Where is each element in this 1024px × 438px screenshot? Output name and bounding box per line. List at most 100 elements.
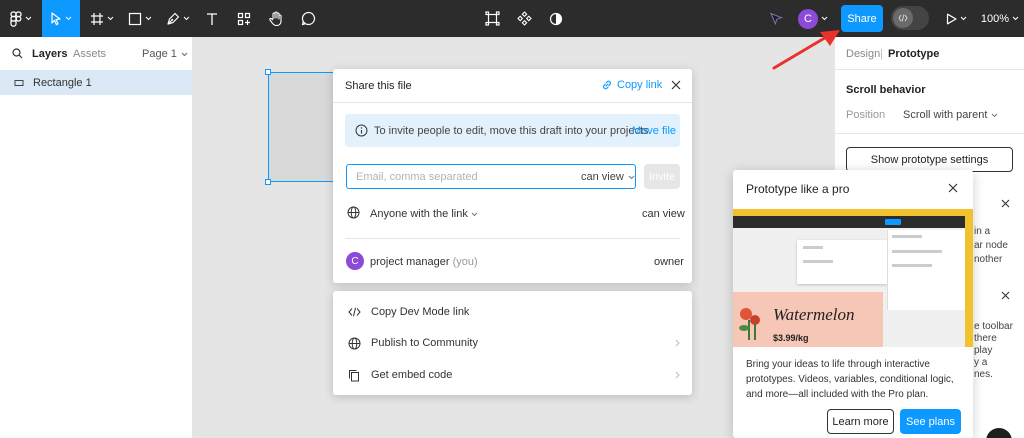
preview-share-button xyxy=(885,219,901,225)
pen-icon xyxy=(167,12,180,25)
invite-button[interactable]: Invite xyxy=(644,164,680,189)
menu-item-copy-dev-mode-link[interactable]: Copy Dev Mode link xyxy=(333,300,692,324)
promo-description: Bring your ideas to life through interac… xyxy=(746,359,954,400)
close-icon-button[interactable] xyxy=(1001,291,1010,300)
learn-more-button[interactable]: Learn more xyxy=(827,409,894,434)
link-access-select[interactable]: Anyone with the link xyxy=(370,208,478,220)
permission-select[interactable]: can view xyxy=(581,171,635,183)
member-you-tag: (you) xyxy=(452,256,478,268)
preview-line xyxy=(803,246,823,249)
preview-toolbar xyxy=(733,216,965,228)
chevron-down-icon xyxy=(821,16,828,21)
rectangle-shape[interactable] xyxy=(268,72,334,182)
contrast-button[interactable] xyxy=(544,0,568,37)
resources-button[interactable] xyxy=(232,0,256,37)
text-tool-button[interactable] xyxy=(200,0,224,37)
tab-layers[interactable]: Layers xyxy=(32,48,67,60)
tab-prototype[interactable]: Prototype xyxy=(888,48,939,60)
section-title: Scroll behavior xyxy=(846,84,926,96)
tab-assets[interactable]: Assets xyxy=(73,48,106,60)
toggle-knob xyxy=(893,8,913,28)
tab-design[interactable]: Design xyxy=(846,48,880,60)
preview-line xyxy=(892,235,922,238)
layer-row[interactable]: Rectangle 1 xyxy=(0,70,192,95)
search-layers-button[interactable] xyxy=(12,48,23,59)
frame-tool-button[interactable] xyxy=(86,0,118,37)
close-icon-button[interactable] xyxy=(1001,199,1010,208)
show-prototype-settings-button[interactable]: Show prototype settings xyxy=(846,147,1013,172)
position-select[interactable]: Scroll with parent xyxy=(903,109,998,121)
search-icon xyxy=(12,48,23,59)
move-file-link[interactable]: Move file xyxy=(632,125,676,137)
menu-item-label: Get embed code xyxy=(371,369,453,381)
globe-icon xyxy=(347,206,360,219)
divider xyxy=(835,133,1024,134)
share-button[interactable]: Share xyxy=(841,5,883,32)
see-plans-button[interactable]: See plans xyxy=(900,409,961,434)
chevron-down-icon xyxy=(628,175,635,179)
info-icon xyxy=(355,124,368,137)
move-tool-button[interactable] xyxy=(42,0,80,37)
link-permission-select[interactable]: can view xyxy=(642,208,685,220)
page-selector[interactable]: Page 1 xyxy=(142,48,188,60)
close-promo-button[interactable] xyxy=(948,183,958,193)
copy-icon xyxy=(349,369,359,381)
chevron-down-icon xyxy=(181,52,188,56)
copy-link-button[interactable]: Copy link xyxy=(601,79,662,91)
pen-tool-button[interactable] xyxy=(162,0,194,37)
position-value: Scroll with parent xyxy=(903,109,988,121)
partial-tip-text: in a ar node nother xyxy=(974,226,1008,265)
divider xyxy=(333,102,692,103)
hand-tool-button[interactable] xyxy=(264,0,288,37)
close-dialog-button[interactable] xyxy=(671,80,681,90)
selection-handle[interactable] xyxy=(265,69,271,75)
component-button[interactable] xyxy=(512,0,536,37)
code-icon xyxy=(898,14,908,22)
zoom-control[interactable]: 100% xyxy=(978,0,1022,37)
annotation-arrow-icon xyxy=(772,30,840,70)
zoom-level: 100% xyxy=(980,12,1010,25)
close-icon xyxy=(1001,291,1010,300)
main-menu-button[interactable] xyxy=(4,0,38,37)
text-icon xyxy=(207,12,217,25)
selection-handle[interactable] xyxy=(265,179,271,185)
preview-panel xyxy=(887,230,965,310)
shape-tool-button[interactable] xyxy=(124,0,156,37)
layers-panel: Layers Assets Page 1 Rectangle 1 xyxy=(0,37,193,438)
dev-mode-toggle[interactable] xyxy=(891,6,929,30)
comment-tool-button[interactable] xyxy=(296,0,320,37)
tab-separator: | xyxy=(880,48,883,60)
preview-product-price: $3.99/kg xyxy=(773,333,809,343)
layer-name: Rectangle 1 xyxy=(33,76,92,89)
selection-frame-icon xyxy=(484,11,500,26)
info-banner: To invite people to edit, move this draf… xyxy=(345,114,680,147)
menu-item-get-embed-code[interactable]: Get embed code xyxy=(333,363,692,387)
preview-product-name: Watermelon xyxy=(773,305,855,324)
present-button[interactable] xyxy=(941,0,971,37)
chevron-down-icon xyxy=(25,16,32,21)
preview-line xyxy=(892,264,932,267)
menu-item-label: Copy Dev Mode link xyxy=(371,306,470,318)
preview-popup xyxy=(797,240,887,284)
partial-tip-text: e toolbar there play y a nes. xyxy=(974,321,1013,380)
cursor-icon xyxy=(51,11,61,25)
menu-item-publish-to-community[interactable]: Publish to Community xyxy=(333,331,692,355)
resources-icon xyxy=(237,12,251,25)
email-field[interactable]: Email, comma separated can view xyxy=(346,164,636,189)
info-text: To invite people to edit, move this draf… xyxy=(374,125,652,137)
code-icon xyxy=(348,307,361,317)
preview-line xyxy=(803,260,833,263)
close-icon xyxy=(1001,199,1010,208)
hand-icon xyxy=(269,11,282,26)
play-icon xyxy=(946,13,957,24)
prototype-promo-card: Prototype like a pro Watermelon $3.99/kg xyxy=(733,170,973,438)
comment-icon xyxy=(301,11,315,26)
rectangle-layer-icon xyxy=(14,79,24,86)
preview-line xyxy=(892,250,942,253)
chevron-down-icon xyxy=(992,113,998,117)
preview-screen: Watermelon $3.99/kg xyxy=(733,216,965,347)
crop-button[interactable] xyxy=(480,0,504,37)
figma-logo-icon xyxy=(10,10,22,27)
cursor-arrow-icon xyxy=(770,12,783,25)
member-name: project manager xyxy=(370,256,450,268)
